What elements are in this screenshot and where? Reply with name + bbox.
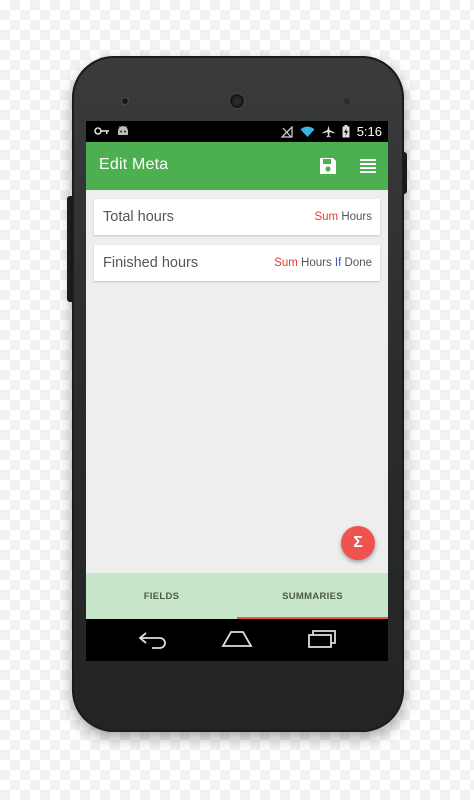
summary-formula: Sum Hours If Done <box>274 257 372 269</box>
home-icon[interactable] <box>221 629 253 649</box>
save-icon[interactable] <box>319 157 337 175</box>
app-bar: Edit Meta <box>86 142 388 190</box>
earpiece-speaker <box>230 94 244 108</box>
tab-fields[interactable]: FIELDS <box>86 573 237 619</box>
key-icon <box>94 126 109 135</box>
summary-title: Total hours <box>103 209 174 225</box>
formula-field: Hours <box>338 211 372 223</box>
signal-off-icon <box>280 125 293 138</box>
airplane-icon <box>322 125 335 138</box>
tab-bar: FIELDS SUMMARIES <box>86 573 388 619</box>
tab-summaries[interactable]: SUMMARIES <box>237 573 388 619</box>
formula-keyword: Sum <box>274 257 298 269</box>
wifi-icon <box>300 126 315 137</box>
sigma-icon: Σ <box>353 534 363 551</box>
status-bar: 5:16 <box>86 121 388 142</box>
battery-charging-icon <box>342 125 350 138</box>
list-menu-icon[interactable] <box>359 158 377 174</box>
back-icon[interactable] <box>138 629 168 649</box>
proximity-sensor <box>344 98 350 104</box>
formula-keyword: Sum <box>314 211 339 223</box>
phone-screen: 5:16 Edit Meta Total hours Sum Hours Fin… <box>86 121 388 661</box>
summary-title: Finished hours <box>103 255 199 271</box>
status-time: 5:16 <box>356 124 382 139</box>
navigation-bar <box>86 619 388 661</box>
android-icon <box>118 126 128 135</box>
formula-field: Done <box>341 257 373 269</box>
recents-icon[interactable] <box>307 629 337 649</box>
tab-label: FIELDS <box>143 590 180 602</box>
summary-card[interactable]: Total hours Sum Hours <box>94 199 380 235</box>
add-summary-fab[interactable]: Σ <box>341 526 375 560</box>
summary-card[interactable]: Finished hours Sum Hours If Done <box>94 245 380 281</box>
summary-formula: Sum Hours <box>314 211 372 223</box>
front-camera <box>122 98 128 104</box>
page-title: Edit Meta <box>99 156 169 173</box>
tab-label: SUMMARIES <box>282 590 343 602</box>
formula-field: Hours <box>297 257 335 269</box>
